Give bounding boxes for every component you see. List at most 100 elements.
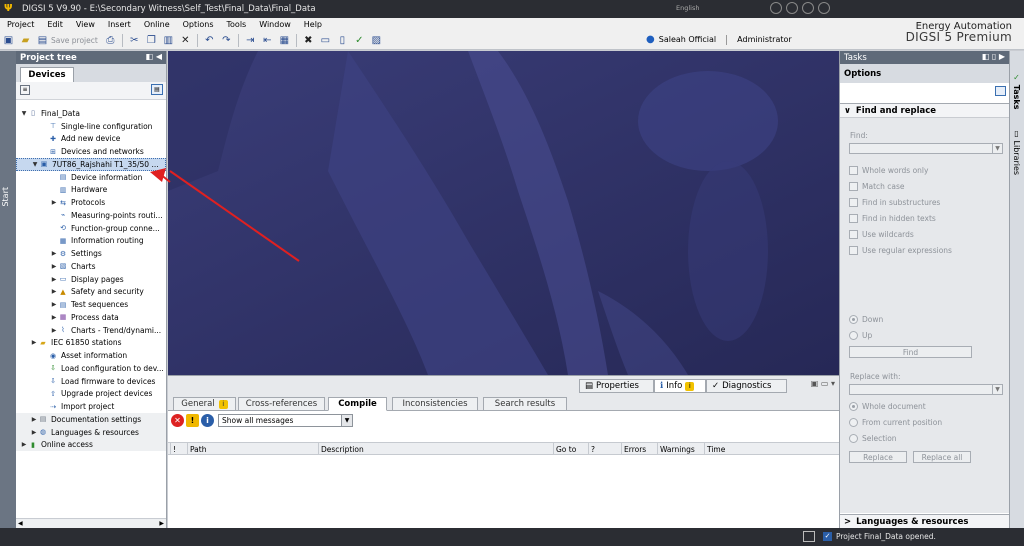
- delete-icon[interactable]: ✕: [179, 34, 192, 47]
- tab-tasks[interactable]: ✓ Tasks: [1012, 73, 1021, 109]
- column-header[interactable]: Warnings: [660, 445, 695, 454]
- collapsed-arrow-icon[interactable]: ▶: [30, 429, 38, 436]
- column-header[interactable]: Description: [321, 445, 364, 454]
- collapsed-arrow-icon[interactable]: ▶: [50, 288, 58, 295]
- menu-tools[interactable]: Tools: [220, 20, 253, 29]
- checkbox-find-in-substructures[interactable]: Find in substructures: [849, 198, 940, 207]
- column-header[interactable]: Errors: [624, 445, 646, 454]
- overview-icon[interactable]: ▤: [151, 84, 163, 95]
- restore-icon[interactable]: [786, 2, 798, 14]
- expanded-arrow-icon[interactable]: ▼: [20, 110, 28, 117]
- message-filter-select[interactable]: Show all messages ▼: [218, 413, 353, 427]
- tree-item[interactable]: ⇧ Upgrade project devices: [16, 388, 166, 401]
- tree-item[interactable]: ▶ ▤ Test sequences: [16, 298, 166, 311]
- split-vertical-icon[interactable]: ▯: [336, 34, 349, 47]
- redo-icon[interactable]: ↷: [220, 34, 233, 47]
- cut-icon[interactable]: ✂: [128, 34, 141, 47]
- subtab-general[interactable]: General i: [173, 397, 236, 411]
- collapsed-arrow-icon[interactable]: ▶: [30, 416, 38, 423]
- go-online-icon[interactable]: ✓: [353, 34, 366, 47]
- tree-item[interactable]: ⟲ Function-group conne...: [16, 222, 166, 235]
- tree-item[interactable]: ⇢ Import project: [16, 400, 166, 413]
- portal-view-icon[interactable]: [803, 531, 815, 542]
- tree-item[interactable]: ▶ ▭ Display pages: [16, 273, 166, 286]
- tree-item[interactable]: ▶ ⇆ Protocols: [16, 196, 166, 209]
- languages-resources-section[interactable]: > Languages & resources: [840, 514, 1010, 528]
- warning-filter-icon[interactable]: !: [186, 413, 199, 427]
- horizontal-scrollbar[interactable]: ◀ ▶: [16, 518, 166, 528]
- load-from-device-icon[interactable]: ⇤: [261, 34, 274, 47]
- tree-item[interactable]: ◉ Asset information: [16, 349, 166, 362]
- collapsed-arrow-icon[interactable]: ▶: [50, 327, 58, 334]
- collapsed-arrow-icon[interactable]: ▶: [50, 276, 58, 283]
- collapsed-arrow-icon[interactable]: ▶: [50, 250, 58, 257]
- split-horizontal-icon[interactable]: ▭: [319, 34, 332, 47]
- tree-item[interactable]: ⇩ Load configuration to dev...: [16, 362, 166, 375]
- language-indicator[interactable]: English: [676, 4, 699, 12]
- tree-item[interactable]: ▼ ▣ 7UT86_Rajshahi T1_35/50 ...: [16, 158, 166, 171]
- tree-item[interactable]: ▶ ▦ Process data: [16, 311, 166, 324]
- tree-item[interactable]: ▶ ⌇ Charts - Trend/dynami...: [16, 324, 166, 337]
- subtab-cross-references[interactable]: Cross-references: [238, 397, 325, 411]
- tree-item[interactable]: ⇩ Load firmware to devices: [16, 375, 166, 388]
- start-strip[interactable]: Start: [0, 51, 16, 528]
- tree-item[interactable]: ▶ ◍ Languages & resources: [16, 425, 166, 439]
- column-header[interactable]: Go to: [556, 445, 576, 454]
- open-project-icon[interactable]: ▰: [19, 34, 32, 47]
- collapse-panel-icon[interactable]: ◧ ◀: [146, 52, 163, 61]
- column-header[interactable]: Time: [707, 445, 725, 454]
- load-to-device-icon[interactable]: ⇥: [244, 34, 257, 47]
- menu-help[interactable]: Help: [297, 20, 328, 29]
- copy-icon[interactable]: ❐: [145, 34, 158, 47]
- tree-item[interactable]: ▥ Hardware: [16, 184, 166, 197]
- settings-icon[interactable]: [802, 2, 814, 14]
- collapsed-arrow-icon[interactable]: ▶: [30, 339, 38, 346]
- tree-item[interactable]: ▶ ▰ IEC 61850 stations: [16, 337, 166, 350]
- column-header[interactable]: ?: [591, 445, 595, 454]
- options-view-icon[interactable]: [995, 86, 1006, 96]
- menu-window[interactable]: Window: [252, 20, 297, 29]
- tab-properties[interactable]: ▤ Properties: [579, 379, 654, 393]
- minimize-icon[interactable]: [770, 2, 782, 14]
- undo-icon[interactable]: ↶: [203, 34, 216, 47]
- tree-item[interactable]: ▶ ▲ Safety and security: [16, 286, 166, 299]
- tree-item[interactable]: ⊞ Devices and networks: [16, 145, 166, 158]
- subtab-inconsistencies[interactable]: Inconsistencies: [392, 397, 478, 411]
- menu-online[interactable]: Online: [137, 20, 176, 29]
- collapsed-arrow-icon[interactable]: ▶: [50, 199, 58, 206]
- tree-item[interactable]: ⌁ Measuring-points routi...: [16, 209, 166, 222]
- tree-item[interactable]: ▶ ⚙ Settings: [16, 247, 166, 260]
- menu-view[interactable]: View: [69, 20, 101, 29]
- collapsed-arrow-icon[interactable]: ▶: [50, 263, 58, 270]
- save-project-button[interactable]: Save project: [51, 36, 98, 45]
- column-header[interactable]: !: [173, 445, 176, 454]
- radio-selection[interactable]: Selection: [849, 434, 897, 443]
- radio-up[interactable]: Up: [849, 331, 872, 340]
- replace-all-button[interactable]: Replace all: [913, 451, 971, 463]
- tab-libraries[interactable]: ▯ Libraries: [1012, 129, 1021, 175]
- menu-project[interactable]: Project: [0, 20, 40, 29]
- close-icon[interactable]: [818, 2, 830, 14]
- find-button[interactable]: Find: [849, 346, 972, 358]
- tab-info[interactable]: ℹ Info i: [654, 379, 706, 393]
- collapsed-arrow-icon[interactable]: ▶: [50, 301, 58, 308]
- tree-item[interactable]: ▼ ▯ Final_Data: [16, 107, 166, 120]
- checkbox-use-wildcards[interactable]: Use wildcards: [849, 230, 914, 239]
- cross-icon[interactable]: ✖: [302, 34, 315, 47]
- tree-view-icon[interactable]: ≡: [20, 85, 30, 95]
- menu-edit[interactable]: Edit: [40, 20, 69, 29]
- save-icon[interactable]: ▤: [36, 34, 49, 47]
- radio-down[interactable]: Down: [849, 315, 883, 324]
- tree-item[interactable]: ⊤ Single-line configuration: [16, 120, 166, 133]
- start-label[interactable]: Start: [1, 187, 10, 207]
- print-icon[interactable]: ⎙: [104, 34, 117, 47]
- menu-options[interactable]: Options: [176, 20, 220, 29]
- paste-icon[interactable]: ▥: [162, 34, 175, 47]
- radio-from-current-position[interactable]: From current position: [849, 418, 942, 427]
- compile-icon[interactable]: ▦: [278, 34, 291, 47]
- checkbox-match-case[interactable]: Match case: [849, 182, 905, 191]
- new-project-icon[interactable]: ▣: [2, 34, 15, 47]
- checkbox-find-in-hidden-texts[interactable]: Find in hidden texts: [849, 214, 936, 223]
- replace-button[interactable]: Replace: [849, 451, 907, 463]
- checkbox-use-regular-expressions[interactable]: Use regular expressions: [849, 246, 952, 255]
